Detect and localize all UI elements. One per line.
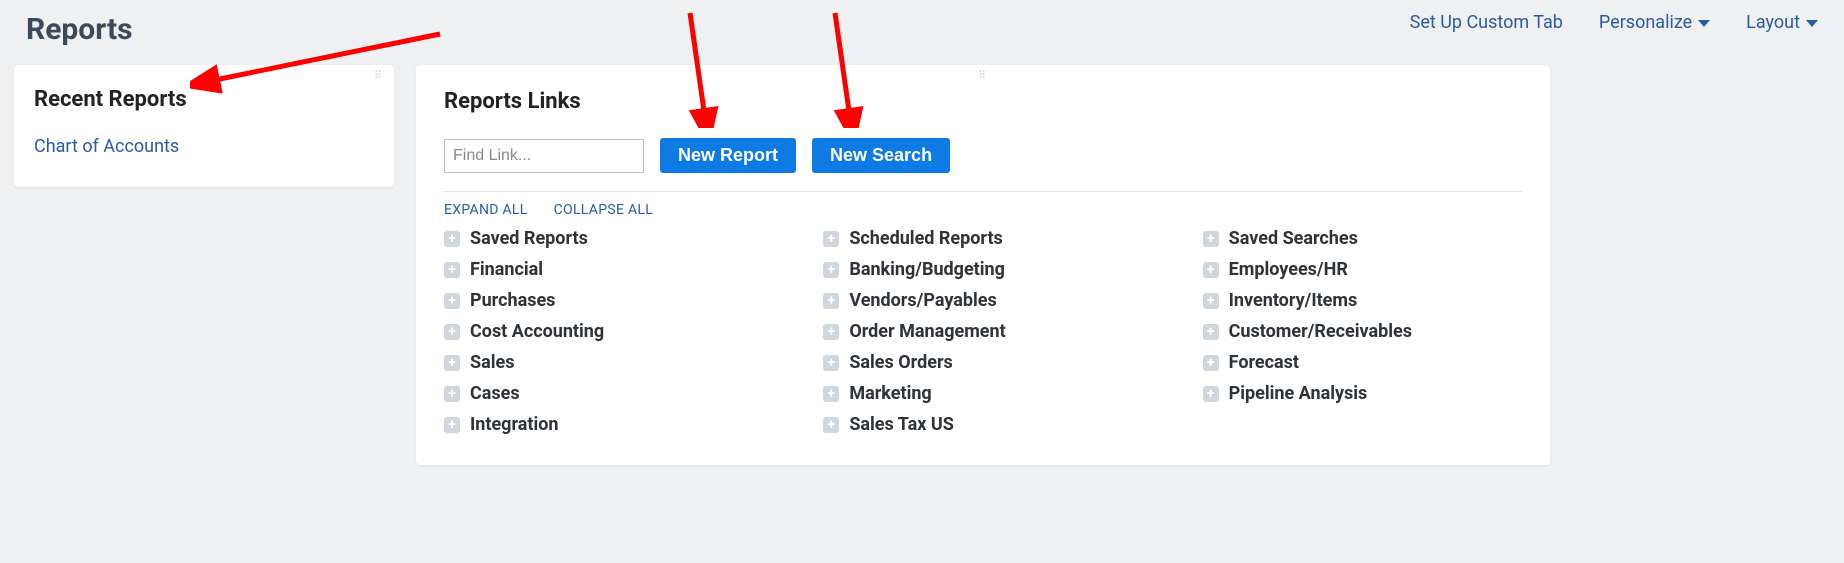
category-label: Cost Accounting: [470, 321, 604, 342]
category-item[interactable]: Cases: [444, 383, 763, 404]
expand-icon: [823, 355, 839, 371]
collapse-all-link[interactable]: COLLAPSE ALL: [554, 202, 653, 218]
expand-icon: [1203, 386, 1219, 402]
category-label: Order Management: [849, 321, 1005, 342]
category-item[interactable]: Employees/HR: [1203, 259, 1522, 280]
expand-icon: [444, 417, 460, 433]
category-label: Saved Searches: [1229, 228, 1358, 249]
setup-custom-tab-link[interactable]: Set Up Custom Tab: [1410, 12, 1563, 33]
expand-icon: [1203, 293, 1219, 309]
expand-icon: [1203, 262, 1219, 278]
category-label: Sales: [470, 352, 514, 373]
category-columns: Saved Reports Financial Purchases Cost Acco…: [444, 228, 1522, 435]
setup-label: Set Up Custom Tab: [1410, 12, 1563, 33]
expand-icon: [444, 324, 460, 340]
expand-icon: [444, 231, 460, 247]
category-item[interactable]: Purchases: [444, 290, 763, 311]
expand-collapse-row: EXPAND ALL COLLAPSE ALL: [444, 202, 1522, 218]
expand-icon: [823, 386, 839, 402]
category-item[interactable]: Customer/Receivables: [1203, 321, 1522, 342]
category-column-3: Saved Searches Employees/HR Inventory/Item…: [1203, 228, 1522, 435]
expand-all-link[interactable]: EXPAND ALL: [444, 202, 528, 218]
drag-handle-icon[interactable]: ⠿: [374, 73, 384, 79]
personalize-label: Personalize: [1599, 12, 1692, 33]
category-item[interactable]: Inventory/Items: [1203, 290, 1522, 311]
category-item[interactable]: Forecast: [1203, 352, 1522, 373]
links-action-row: New Report New Search: [444, 138, 1522, 173]
category-item[interactable]: Scheduled Reports: [823, 228, 1142, 249]
drag-handle-icon[interactable]: ⠿: [978, 73, 988, 79]
category-item[interactable]: Sales Tax US: [823, 414, 1142, 435]
expand-icon: [823, 324, 839, 340]
expand-icon: [823, 262, 839, 278]
page-title: Reports: [20, 8, 133, 47]
category-label: Inventory/Items: [1229, 290, 1358, 311]
category-item[interactable]: Pipeline Analysis: [1203, 383, 1522, 404]
chevron-down-icon: [1698, 20, 1710, 27]
category-label: Integration: [470, 414, 559, 435]
expand-icon: [444, 293, 460, 309]
category-label: Forecast: [1229, 352, 1299, 373]
category-label: Scheduled Reports: [849, 228, 1002, 249]
category-label: Purchases: [470, 290, 555, 311]
category-item[interactable]: Marketing: [823, 383, 1142, 404]
expand-icon: [444, 386, 460, 402]
find-link-input[interactable]: [444, 139, 644, 173]
category-label: Sales Tax US: [849, 414, 954, 435]
expand-icon: [444, 355, 460, 371]
expand-icon: [823, 293, 839, 309]
category-label: Pipeline Analysis: [1229, 383, 1368, 404]
chevron-down-icon: [1806, 20, 1818, 27]
expand-icon: [1203, 324, 1219, 340]
category-item[interactable]: Integration: [444, 414, 763, 435]
category-item[interactable]: Sales: [444, 352, 763, 373]
layout-label: Layout: [1746, 12, 1800, 33]
top-actions: Set Up Custom Tab Personalize Layout: [1410, 8, 1824, 33]
category-label: Customer/Receivables: [1229, 321, 1412, 342]
new-report-button[interactable]: New Report: [660, 138, 796, 173]
category-label: Marketing: [849, 383, 931, 404]
expand-icon: [823, 417, 839, 433]
category-label: Saved Reports: [470, 228, 588, 249]
reports-links-title: Reports Links: [444, 89, 1522, 114]
divider: [444, 191, 1522, 192]
layout-link[interactable]: Layout: [1746, 12, 1818, 33]
category-label: Employees/HR: [1229, 259, 1348, 280]
category-label: Vendors/Payables: [849, 290, 996, 311]
category-column-2: Scheduled Reports Banking/Budgeting Vendor…: [823, 228, 1142, 435]
category-label: Financial: [470, 259, 543, 280]
category-label: Sales Orders: [849, 352, 952, 373]
recent-reports-title: Recent Reports: [34, 87, 374, 112]
category-item[interactable]: Vendors/Payables: [823, 290, 1142, 311]
expand-icon: [1203, 231, 1219, 247]
category-item[interactable]: Banking/Budgeting: [823, 259, 1142, 280]
category-item[interactable]: Saved Searches: [1203, 228, 1522, 249]
category-item[interactable]: Saved Reports: [444, 228, 763, 249]
category-item[interactable]: Sales Orders: [823, 352, 1142, 373]
category-label: Cases: [470, 383, 520, 404]
recent-report-link[interactable]: Chart of Accounts: [34, 136, 374, 157]
category-column-1: Saved Reports Financial Purchases Cost Acco…: [444, 228, 763, 435]
category-item[interactable]: Cost Accounting: [444, 321, 763, 342]
category-item[interactable]: Order Management: [823, 321, 1142, 342]
new-search-button[interactable]: New Search: [812, 138, 950, 173]
category-label: Banking/Budgeting: [849, 259, 1005, 280]
personalize-link[interactable]: Personalize: [1599, 12, 1710, 33]
expand-icon: [1203, 355, 1219, 371]
recent-reports-card: ⠿ Recent Reports Chart of Accounts: [14, 65, 394, 187]
reports-links-card: ⠿ Reports Links New Report New Search EX…: [416, 65, 1550, 465]
expand-icon: [444, 262, 460, 278]
expand-icon: [823, 231, 839, 247]
category-item[interactable]: Financial: [444, 259, 763, 280]
